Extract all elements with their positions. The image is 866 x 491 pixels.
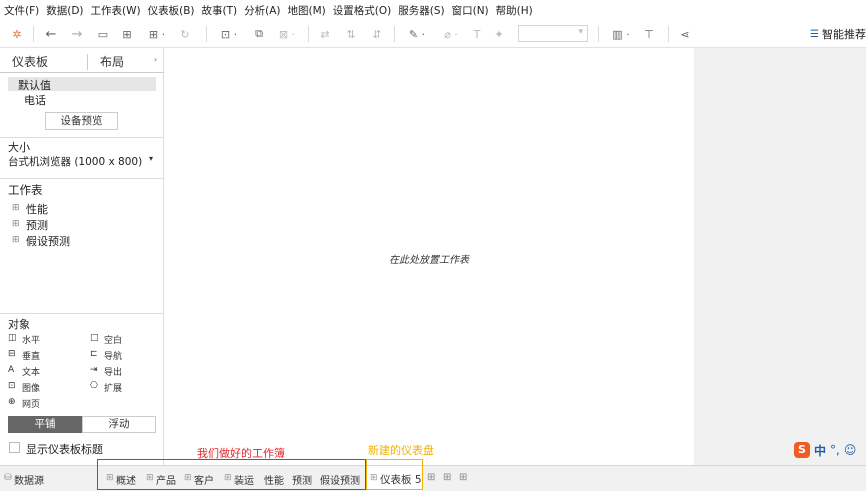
menu-worksheet[interactable]: 工作表(W) xyxy=(91,3,141,18)
menu-story[interactable]: 故事(T) xyxy=(202,3,238,18)
presentation-icon[interactable]: ⊤ xyxy=(640,24,658,44)
pin-icon[interactable]: ✦ xyxy=(490,24,508,44)
duplicate-icon[interactable]: ⧉ xyxy=(250,24,268,44)
device-preview-button[interactable]: 设备预览 xyxy=(45,112,118,130)
export-object-icon: ⇥ xyxy=(90,365,98,375)
worksheet-item-forecast[interactable]: 预测 xyxy=(26,217,48,233)
device-default-label: 默认值 xyxy=(18,79,51,92)
show-title-label: 显示仪表板标题 xyxy=(26,443,103,456)
object-webpage[interactable]: 网页 xyxy=(22,397,40,410)
tab-datasource[interactable]: 数据源 xyxy=(14,472,44,487)
swap-icon[interactable]: ⇄ xyxy=(316,24,334,44)
worksheet-item-performance[interactable]: 性能 xyxy=(26,201,48,217)
image-object-icon: ⊡ xyxy=(8,381,16,391)
sogou-logo-icon: S xyxy=(794,442,810,458)
tab-layout[interactable]: 布局 xyxy=(100,52,124,72)
menu-data[interactable]: 数据(D) xyxy=(46,3,83,18)
object-export[interactable]: 导出 xyxy=(104,365,122,378)
new-worksheet-icon[interactable]: ⊞ xyxy=(427,472,435,483)
tab-dashboard[interactable]: 仪表板 xyxy=(12,52,48,72)
ime-punct: °, xyxy=(830,443,840,457)
ime-lang: 中 xyxy=(814,443,827,458)
object-image[interactable]: 图像 xyxy=(22,381,40,394)
save-icon[interactable]: ▭ xyxy=(94,24,112,44)
show-cards-icon[interactable]: ▥ · xyxy=(606,24,636,44)
object-text[interactable]: 文本 xyxy=(22,365,40,378)
menu-bar: 文件(F) 数据(D) 工作表(W) 仪表板(B) 故事(T) 分析(A) 地图… xyxy=(0,0,866,20)
sort-asc-icon[interactable]: ⇅ xyxy=(342,24,360,44)
undo-icon[interactable]: ← xyxy=(42,24,60,44)
label-icon[interactable]: T xyxy=(468,24,486,44)
recommend-button[interactable]: ☰ 智能推荐 xyxy=(810,25,866,43)
clear-sheet-icon[interactable]: ⊠ · xyxy=(272,24,302,44)
object-blank[interactable]: 空白 xyxy=(104,333,122,346)
new-dashboard-icon[interactable]: ⊞ xyxy=(443,472,451,483)
navigation-object-icon: ⊏ xyxy=(90,349,98,359)
size-chevron-down-icon[interactable]: ▾ xyxy=(149,154,153,163)
show-title-checkbox[interactable] xyxy=(9,442,20,453)
tile-button[interactable]: 平铺 xyxy=(8,416,82,433)
worksheet-icon: ⊞ xyxy=(12,235,20,245)
menu-help[interactable]: 帮助(H) xyxy=(496,3,533,18)
group-icon[interactable]: ⌀ · xyxy=(436,24,466,44)
recommend-icon: ☰ xyxy=(810,28,819,40)
highlight-icon[interactable]: ✎ · xyxy=(402,24,432,44)
menu-dashboard[interactable]: 仪表板(B) xyxy=(148,3,195,18)
size-header: 大小 xyxy=(8,141,30,154)
menu-server[interactable]: 服务器(S) xyxy=(398,3,444,18)
refresh-icon[interactable]: ↻ xyxy=(176,24,194,44)
panel-tabs: 仪表板 布局 › xyxy=(0,52,164,73)
menu-format[interactable]: 设置格式(O) xyxy=(333,3,391,18)
object-navigation[interactable]: 导航 xyxy=(104,349,122,362)
menu-file[interactable]: 文件(F) xyxy=(4,3,39,18)
device-default-row[interactable]: 默认值 xyxy=(8,77,156,92)
fit-dropdown[interactable]: ▾ xyxy=(518,25,588,42)
chevron-right-icon[interactable]: › xyxy=(154,55,157,64)
ime-indicator[interactable]: S 中 °, ☺ xyxy=(794,441,856,459)
redo-icon[interactable]: → xyxy=(68,24,86,44)
menu-window[interactable]: 窗口(N) xyxy=(452,3,489,18)
text-object-icon: A xyxy=(8,365,15,375)
object-extension[interactable]: 扩展 xyxy=(104,381,122,394)
pause-update-icon[interactable]: ⊡ · xyxy=(214,24,244,44)
new-datasource-icon[interactable]: ⊞ xyxy=(118,24,136,44)
canvas-background-area xyxy=(694,48,866,465)
database-icon: ⛁ xyxy=(4,473,12,483)
vertical-container-icon: ⊟ xyxy=(8,349,16,359)
horizontal-container-icon: ◫ xyxy=(8,333,17,343)
blank-object-icon: □ xyxy=(90,333,99,343)
chevron-down-icon: ▾ xyxy=(578,27,583,37)
annotation-yellow-box xyxy=(366,459,423,490)
share-icon[interactable]: ⋖ xyxy=(676,24,694,44)
objects-header: 对象 xyxy=(8,318,30,331)
annotation-yellow: 新建的仪表盘 xyxy=(368,444,434,457)
tableau-logo-icon[interactable]: ✲ xyxy=(8,24,26,44)
float-button[interactable]: 浮动 xyxy=(82,416,156,433)
object-horizontal[interactable]: 水平 xyxy=(22,333,40,346)
device-phone-item[interactable]: 电话 xyxy=(24,92,46,108)
new-story-icon[interactable]: ⊞ xyxy=(459,472,467,483)
annotation-red-box xyxy=(97,459,366,490)
menu-map[interactable]: 地图(M) xyxy=(288,3,326,18)
worksheet-icon: ⊞ xyxy=(12,219,20,229)
emoji-icon: ☺ xyxy=(843,443,857,457)
menu-analysis[interactable]: 分析(A) xyxy=(244,3,280,18)
dashboard-canvas[interactable]: 在此处放置工作表 xyxy=(164,48,694,465)
worksheet-item-whatif-forecast[interactable]: 假设预测 xyxy=(26,233,70,249)
size-dropdown-value[interactable]: 台式机浏览器 (1000 x 800) xyxy=(8,154,142,169)
dashboard-side-panel: 仪表板 布局 › 默认值 电话 设备预览 大小 台式机浏览器 (1000 x 8… xyxy=(0,48,164,465)
extension-object-icon: ⎔ xyxy=(90,381,98,391)
web-page-icon: ⊕ xyxy=(8,397,16,407)
drop-zone-text: 在此处放置工作表 xyxy=(389,255,469,266)
sort-desc-icon[interactable]: ⇵ xyxy=(368,24,386,44)
worksheets-header: 工作表 xyxy=(8,183,43,197)
new-sheet-icon[interactable]: ⊞ · xyxy=(142,24,172,44)
object-vertical[interactable]: 垂直 xyxy=(22,349,40,362)
worksheet-icon: ⊞ xyxy=(12,203,20,213)
toolbar: ✲ ← → ▭ ⊞ ⊞ · ↻ ⊡ · ⧉ ⊠ · ⇄ ⇅ ⇵ ✎ · ⌀ · … xyxy=(0,20,866,48)
recommend-label: 智能推荐 xyxy=(822,28,866,41)
